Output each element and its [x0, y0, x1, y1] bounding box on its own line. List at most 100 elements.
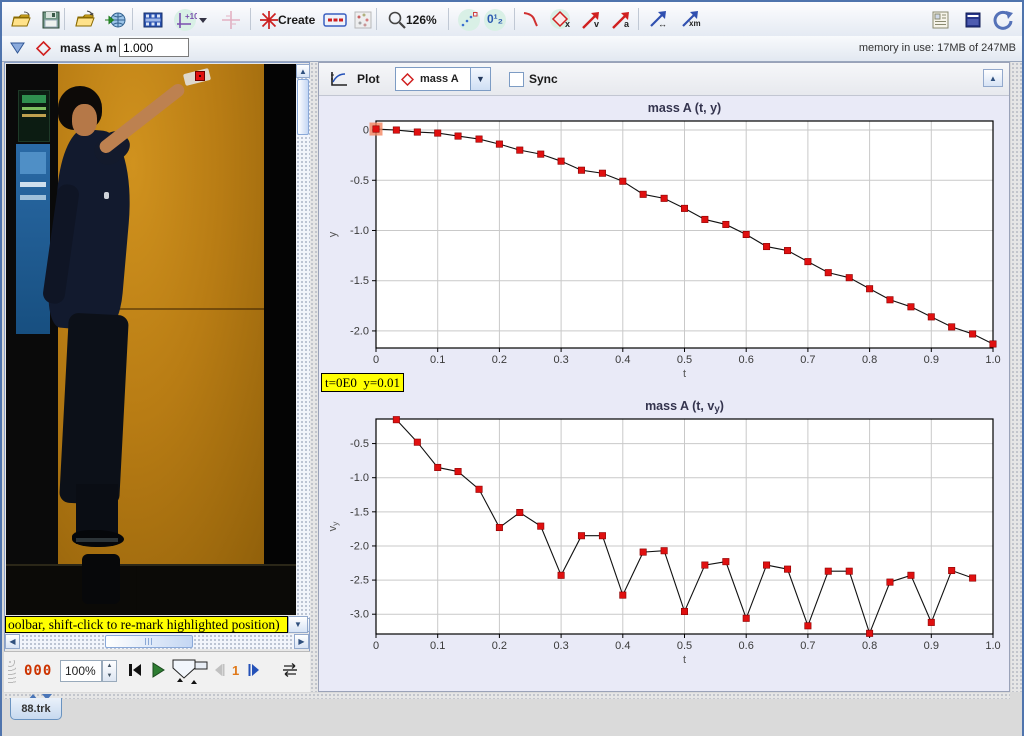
hscroll-thumb[interactable]: [105, 635, 193, 648]
bottom-divider[interactable]: [4, 693, 1010, 699]
svg-text:0.8: 0.8: [862, 354, 877, 366]
poster: [16, 144, 50, 334]
stretch-vectors-icon[interactable]: ↔: [646, 7, 672, 33]
zoom-level-label[interactable]: 126%: [406, 13, 437, 27]
sync-checkbox[interactable]: [509, 72, 524, 87]
point-coordinates-tooltip: t=0E0 y=0.01: [321, 373, 404, 392]
svg-text:-0.5: -0.5: [350, 175, 369, 187]
step-size-label[interactable]: 1: [232, 663, 239, 678]
plot-icon: [329, 70, 349, 91]
hint-banner-text: oolbar, shift-click to re-mark highlight…: [8, 617, 280, 633]
svg-text:0.4: 0.4: [615, 640, 630, 652]
acceleration-icon[interactable]: a: [608, 7, 634, 33]
svg-text:0.4: 0.4: [615, 354, 630, 366]
track-shape-icon[interactable]: [36, 41, 51, 59]
plot-y-vs-t[interactable]: 00.10.20.30.40.50.60.70.80.91.00-0.5-1.0…: [319, 97, 1009, 391]
calibration-stick-icon[interactable]: [322, 7, 348, 33]
bottom-bar: 88.trk: [2, 692, 1024, 736]
player-grip[interactable]: [8, 660, 16, 684]
open-file-icon[interactable]: [8, 7, 34, 33]
svg-text:0.7: 0.7: [800, 354, 815, 366]
goto-start-button[interactable]: [128, 662, 142, 681]
svg-text:1.0: 1.0: [985, 354, 1000, 366]
person-legs: [59, 313, 129, 506]
loop-button[interactable]: [282, 663, 298, 680]
plot-count-button[interactable]: Plot: [357, 72, 380, 86]
vscroll-thumb[interactable]: [297, 79, 309, 135]
scroll-up-icon[interactable]: ▲: [296, 64, 310, 78]
sync-label: Sync: [529, 72, 558, 86]
video-frame[interactable]: [6, 64, 296, 615]
clip-settings-icon[interactable]: [140, 7, 166, 33]
scoreboard: [18, 90, 50, 142]
svg-text:0.9: 0.9: [924, 354, 939, 366]
hint-banner: oolbar, shift-click to re-mark highlight…: [5, 616, 288, 633]
trails-icon[interactable]: [456, 7, 482, 33]
play-button[interactable]: [151, 662, 165, 681]
scroll-left-icon[interactable]: ◀: [5, 634, 20, 649]
video-right-edge: [264, 64, 296, 615]
svg-text:0.6: 0.6: [739, 640, 754, 652]
track-name-button[interactable]: mass A: [60, 41, 102, 55]
create-button[interactable]: Create: [278, 13, 315, 27]
zoom-spinner[interactable]: ▲▼: [102, 660, 117, 682]
video-vscrollbar[interactable]: ▲ ▼: [296, 64, 310, 632]
svg-text:0.5: 0.5: [677, 354, 692, 366]
svg-text:0: 0: [373, 640, 379, 652]
shoe-sole: [76, 538, 118, 542]
svg-text:-3.0: -3.0: [350, 609, 369, 621]
track-bar: mass A m memory in use: 17MB of 247MB: [2, 36, 1024, 62]
svg-text:0.1: 0.1: [430, 354, 445, 366]
point-marker[interactable]: [195, 71, 205, 81]
position-slider[interactable]: [171, 658, 211, 689]
svg-text:mass A (t, y): mass A (t, y): [648, 101, 721, 115]
video-panel: ▲ ▼ oolbar, shift-click to re-mark highl…: [4, 62, 310, 692]
import-video-icon[interactable]: [102, 7, 128, 33]
positions-icon[interactable]: x: [548, 7, 574, 33]
velocity-icon[interactable]: v: [578, 7, 604, 33]
split-divider[interactable]: [310, 62, 318, 692]
axes-visibility-icon[interactable]: +10: [170, 7, 210, 33]
refresh-icon[interactable]: [990, 7, 1016, 33]
calibration-icon[interactable]: [218, 7, 244, 33]
svg-text:0.2: 0.2: [492, 640, 507, 652]
svg-text:0: 0: [373, 354, 379, 366]
player-zoom-value: 100%: [65, 664, 96, 678]
step-back-button[interactable]: [212, 663, 225, 680]
right-divider[interactable]: [1011, 62, 1024, 692]
svg-text:0.3: 0.3: [553, 640, 568, 652]
open-trk-icon[interactable]: [72, 7, 98, 33]
svg-text:-1.5: -1.5: [350, 275, 369, 287]
video-floor: [6, 564, 296, 615]
collapse-panel-button[interactable]: ▲: [983, 69, 1003, 87]
svg-text:y: y: [327, 231, 339, 237]
svg-text:0.6: 0.6: [739, 354, 754, 366]
window-layout-icon[interactable]: [960, 7, 986, 33]
svg-text:-1.0: -1.0: [350, 472, 369, 484]
labels-icon[interactable]: 0¹₂: [482, 7, 508, 33]
save-icon[interactable]: [38, 7, 64, 33]
svg-text:0.9: 0.9: [924, 640, 939, 652]
plot-header: Plot mass A ▼ Sync ▲: [319, 63, 1009, 96]
paths-icon[interactable]: [520, 7, 546, 33]
track-menu-icon[interactable]: [10, 41, 25, 58]
player-zoom-box[interactable]: 100%: [60, 660, 102, 682]
svg-text:0.3: 0.3: [553, 354, 568, 366]
person-face: [72, 104, 97, 136]
dark-object: [82, 554, 120, 604]
banner-dropdown-button[interactable]: ▼: [288, 616, 308, 633]
video-hscrollbar[interactable]: ◀ ▶: [5, 634, 309, 649]
rgb-region-icon[interactable]: [350, 7, 376, 33]
document-tab[interactable]: 88.trk: [10, 698, 62, 720]
notes-icon[interactable]: [928, 7, 954, 33]
xmass-vectors-icon[interactable]: xm: [678, 7, 704, 33]
mass-field[interactable]: [119, 38, 189, 57]
combo-arrow-icon[interactable]: ▼: [470, 68, 490, 90]
plot-vy-vs-t[interactable]: 00.10.20.30.40.50.60.70.80.91.0-0.5-1.0-…: [319, 391, 1009, 691]
svg-text:0.2: 0.2: [492, 354, 507, 366]
scroll-right-icon[interactable]: ▶: [294, 634, 309, 649]
track-select-combo[interactable]: mass A ▼: [395, 67, 491, 91]
step-forward-button[interactable]: [248, 663, 261, 680]
tracker-app: +10 Create 126% 0¹₂: [0, 0, 1024, 736]
svg-text:vy: vy: [327, 521, 340, 532]
